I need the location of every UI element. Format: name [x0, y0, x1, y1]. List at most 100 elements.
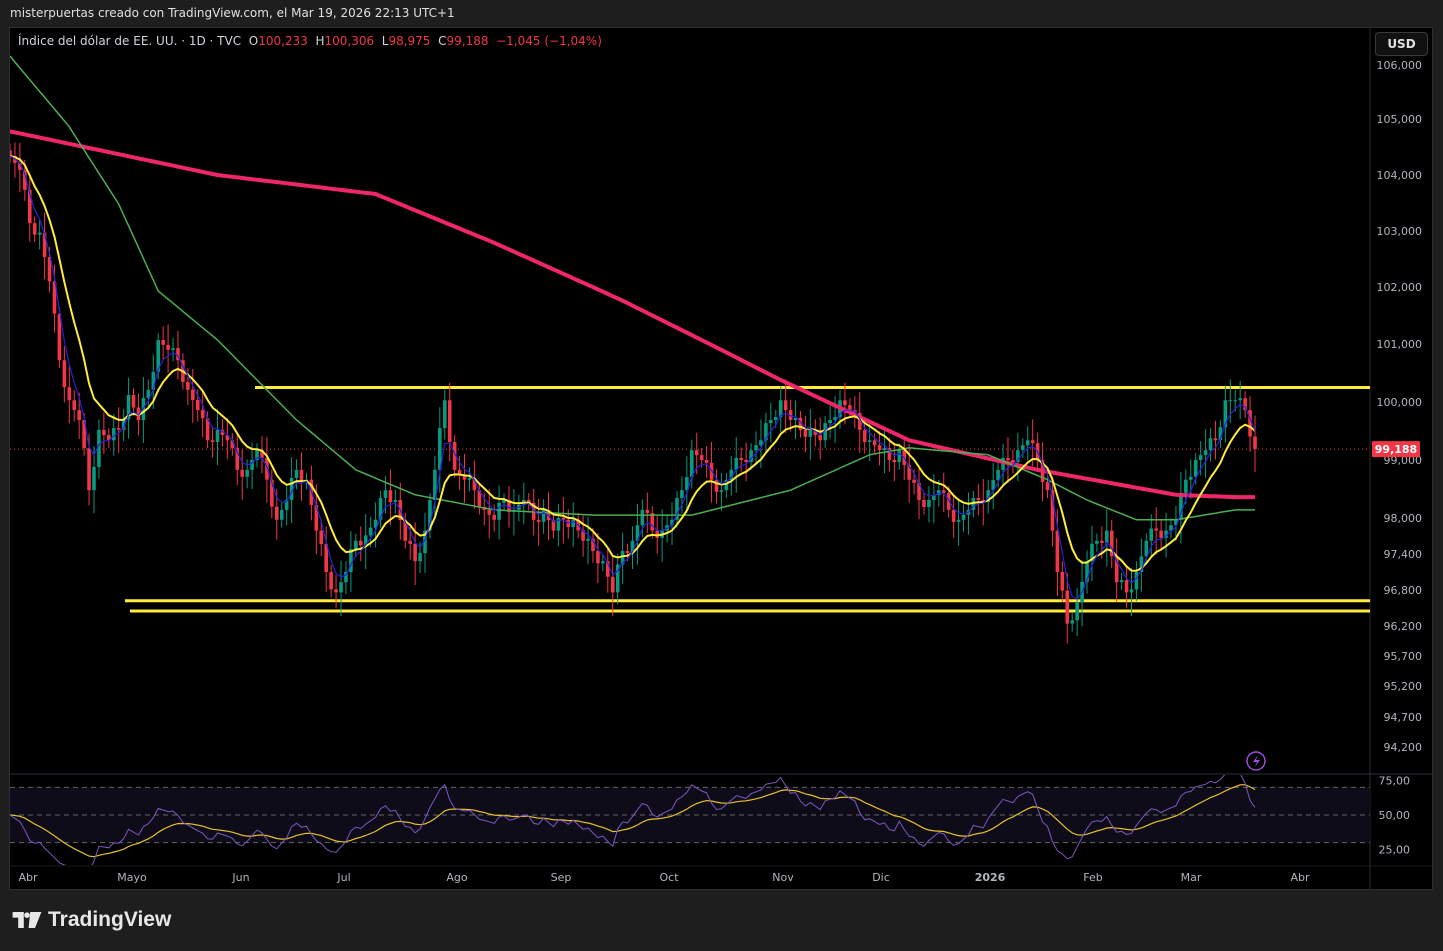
candle-body [1030, 440, 1035, 444]
candle-body [1045, 482, 1050, 491]
candle-body [37, 232, 42, 235]
candle-body [111, 428, 116, 441]
time-tick-label: Oct [659, 871, 679, 884]
candle-body [215, 429, 220, 443]
candle-body [388, 490, 393, 503]
candle-body [640, 509, 645, 526]
candle-body [704, 460, 709, 463]
candle-body [92, 466, 96, 491]
candle-body [492, 514, 496, 520]
rsi-tick-label: 25,00 [1379, 844, 1411, 857]
candle-body [166, 344, 170, 350]
candle-body [487, 509, 492, 515]
candle-body [1233, 400, 1238, 402]
candle-body [773, 417, 778, 420]
low-value: 98,975 [388, 34, 431, 48]
close-value: 99,188 [446, 34, 489, 48]
symbol-name: Índice del dólar de EE. UU. · 1D · TVC [18, 34, 242, 48]
candle-body [393, 500, 398, 503]
tradingview-logo[interactable]: TradingView [12, 908, 171, 932]
candle-body [976, 497, 981, 501]
candle-body [927, 500, 931, 507]
candle-body [1119, 580, 1124, 583]
candle-body [610, 576, 615, 593]
candle-body [299, 469, 304, 482]
time-tick-label: Sep [551, 871, 572, 884]
price-tick-label: 95,200 [1384, 680, 1423, 693]
candle-body [1070, 620, 1075, 624]
candle-body [769, 419, 773, 424]
ema-20-line [10, 155, 1256, 572]
candle-body [1060, 572, 1065, 591]
price-tick-label: 96,800 [1384, 584, 1423, 597]
candle-body [1159, 530, 1163, 538]
time-tick-label: Mar [1181, 871, 1202, 884]
candle-body [1188, 476, 1193, 480]
candle-body [358, 540, 363, 546]
candle-body [680, 490, 684, 498]
candle-body [467, 477, 472, 480]
candle-body [383, 490, 388, 498]
currency-button[interactable]: USD [1375, 32, 1428, 56]
candle-body [1154, 528, 1158, 531]
candle-body [754, 445, 758, 451]
candle-body [601, 561, 605, 564]
candle-body [67, 387, 72, 401]
candle-body [892, 460, 897, 463]
candle-body [131, 395, 136, 408]
candle-body [190, 389, 195, 400]
price-tick-label: 98,000 [1384, 512, 1423, 525]
candle-body [319, 530, 324, 545]
candle-body [10, 150, 12, 156]
candle-body [1203, 450, 1208, 456]
rsi-tick-label: 50,00 [1379, 809, 1411, 822]
candle-body [951, 509, 956, 522]
time-tick-label: Mayo [117, 871, 147, 884]
price-plot [10, 55, 1370, 644]
candle-body [828, 419, 832, 424]
candle-body [32, 223, 37, 235]
time-tick-label: 2026 [975, 871, 1006, 884]
time-tick-label: Feb [1083, 871, 1102, 884]
candle-body [996, 469, 1000, 481]
candle-body [714, 479, 719, 492]
candle-body [1065, 590, 1070, 624]
candle-body [699, 455, 704, 460]
candle-body [329, 572, 333, 590]
candle-body [586, 538, 590, 541]
candle-body [1213, 438, 1218, 441]
candle-body [1228, 400, 1233, 402]
candle-body [912, 479, 916, 483]
candle-body [862, 429, 867, 443]
high-label: H [315, 34, 325, 48]
candle-body [1184, 479, 1188, 493]
candle-body [200, 410, 205, 419]
candle-body [240, 469, 245, 477]
price-tick-label: 96,200 [1384, 620, 1423, 633]
candle-body [843, 400, 847, 406]
candle-body [186, 381, 190, 390]
candle-body [625, 551, 630, 554]
candle-body [848, 405, 852, 411]
candle-body [1253, 436, 1257, 449]
price-tick-label: 100,000 [1377, 396, 1423, 409]
tradingview-logo-icon [12, 912, 42, 928]
lightning-icon-glyph [1253, 755, 1260, 767]
price-chart[interactable]: 106,000 105,000 104,000 103,000 102,000 101,0… [0, 0, 1443, 951]
candle-body [339, 582, 343, 593]
candle-body [1129, 589, 1134, 593]
price-tick-label: 104,000 [1377, 169, 1423, 182]
time-tick-label: Nov [772, 871, 794, 884]
candle-body [171, 348, 175, 350]
candle-body [956, 519, 961, 522]
candle-body [783, 400, 788, 411]
price-tick-label: 106,000 [1377, 59, 1423, 72]
candle-body [77, 410, 81, 420]
candle-body [694, 450, 699, 456]
candle-body [719, 490, 724, 492]
candle-body [882, 448, 887, 451]
price-tick-label: 102,000 [1377, 281, 1423, 294]
candle-body [941, 490, 946, 494]
candle-body [210, 440, 215, 443]
candle-body [867, 440, 872, 443]
